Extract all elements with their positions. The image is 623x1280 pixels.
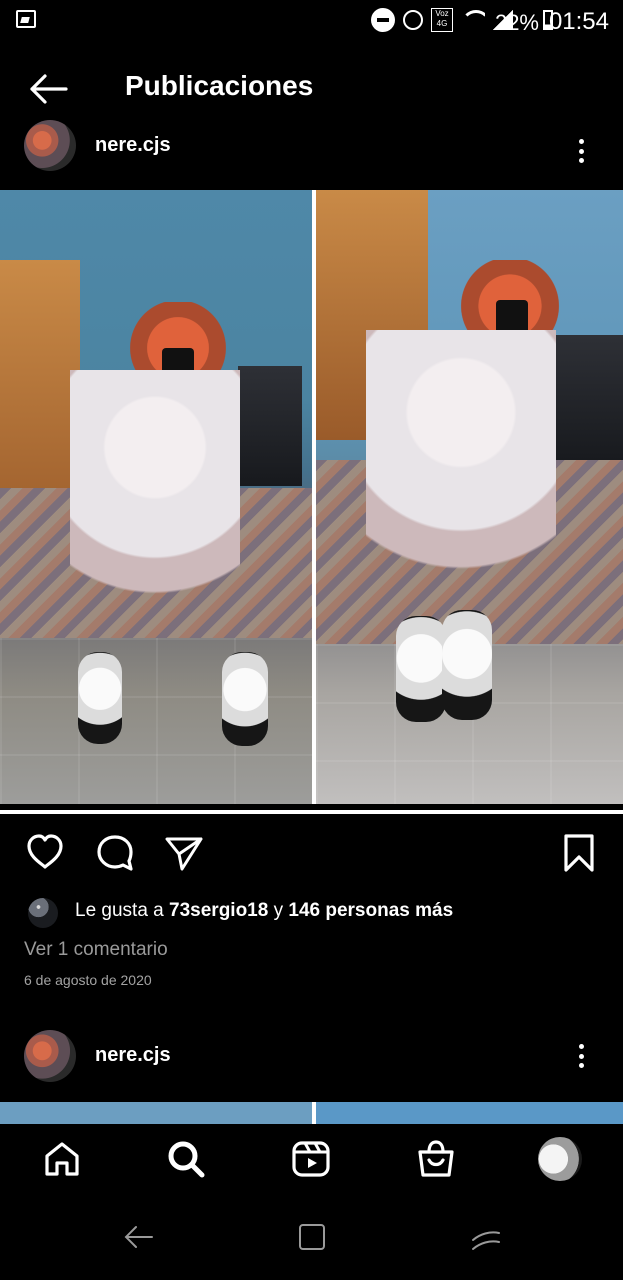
dot-icon: [578, 1044, 584, 1049]
post-1-photo-right[interactable]: [316, 190, 623, 804]
likes-middle: y: [268, 900, 289, 921]
post-2-photo-left-preview[interactable]: [0, 1102, 312, 1124]
dot-icon: [578, 158, 584, 163]
back-arrow-icon[interactable]: [28, 72, 68, 106]
alarm-icon: [403, 10, 423, 30]
post-2-avatar[interactable]: [24, 1030, 76, 1082]
post-1-username[interactable]: nere.cjs: [95, 134, 171, 157]
gesture-icon[interactable]: [470, 1221, 502, 1253]
likes-prefix: Le gusta a: [75, 900, 170, 921]
status-bar: Voz 4G 22% 01:54: [0, 0, 623, 44]
nav-shop[interactable]: [410, 1124, 462, 1194]
search-icon: [168, 1141, 205, 1178]
home-icon: [45, 1142, 79, 1176]
post-2-username[interactable]: nere.cjs: [95, 1044, 171, 1067]
left-shoe: [396, 616, 446, 722]
dot-icon: [578, 139, 584, 144]
volte-top-label: Voz: [435, 9, 449, 18]
wifi-icon: [461, 10, 485, 30]
reels-icon: [292, 1141, 330, 1177]
hanging-clothes: [238, 366, 302, 486]
likes-text[interactable]: Le gusta a 73sergio18 y 146 personas más: [75, 900, 453, 922]
android-navigation: [0, 1194, 623, 1280]
view-comments-link[interactable]: Ver 1 comentario: [24, 939, 168, 961]
post-1-more-button[interactable]: [577, 139, 585, 163]
status-icons: Voz 4G: [371, 8, 513, 32]
page-title: Publicaciones: [125, 70, 314, 101]
heart-icon[interactable]: [24, 832, 66, 874]
do-not-disturb-icon: [371, 8, 395, 32]
hanging-clothes: [546, 335, 623, 467]
left-shoe: [78, 652, 122, 744]
android-back-icon[interactable]: [122, 1221, 154, 1253]
battery-percentage: 22%: [494, 10, 539, 35]
post-date: 6 de agosto de 2020: [24, 972, 152, 988]
nav-search[interactable]: [160, 1124, 212, 1194]
post-2-photo-right-preview[interactable]: [316, 1102, 623, 1124]
profile-avatar: [538, 1137, 582, 1181]
photo-bottom-border: [0, 810, 623, 814]
person-figure: [70, 370, 240, 680]
shop-icon: [418, 1140, 454, 1177]
dot-icon: [578, 148, 584, 154]
recent-apps-icon[interactable]: [296, 1221, 328, 1253]
volte-icon: Voz 4G: [431, 8, 453, 32]
likes-count[interactable]: 146 personas más: [288, 900, 453, 921]
post-1-photo-left[interactable]: [0, 190, 312, 804]
dot-icon: [578, 1063, 584, 1068]
image-notification-icon: [16, 10, 36, 28]
send-icon[interactable]: [163, 832, 205, 874]
comment-icon[interactable]: [94, 832, 136, 874]
bookmark-icon[interactable]: [558, 832, 600, 874]
post-2-more-button[interactable]: [577, 1044, 585, 1068]
bottom-navigation: [0, 1124, 623, 1194]
post-1-avatar[interactable]: [24, 120, 76, 171]
liker-avatar[interactable]: [28, 898, 58, 928]
nav-profile[interactable]: [534, 1124, 586, 1194]
right-shoe: [222, 652, 268, 746]
likes-user[interactable]: 73sergio18: [169, 900, 268, 921]
dot-icon: [578, 1053, 584, 1059]
volte-bottom-label: 4G: [436, 19, 448, 28]
clock: 01:54: [548, 8, 609, 35]
right-shoe: [442, 610, 492, 720]
nav-reels[interactable]: [285, 1124, 337, 1194]
nav-home[interactable]: [36, 1124, 88, 1194]
